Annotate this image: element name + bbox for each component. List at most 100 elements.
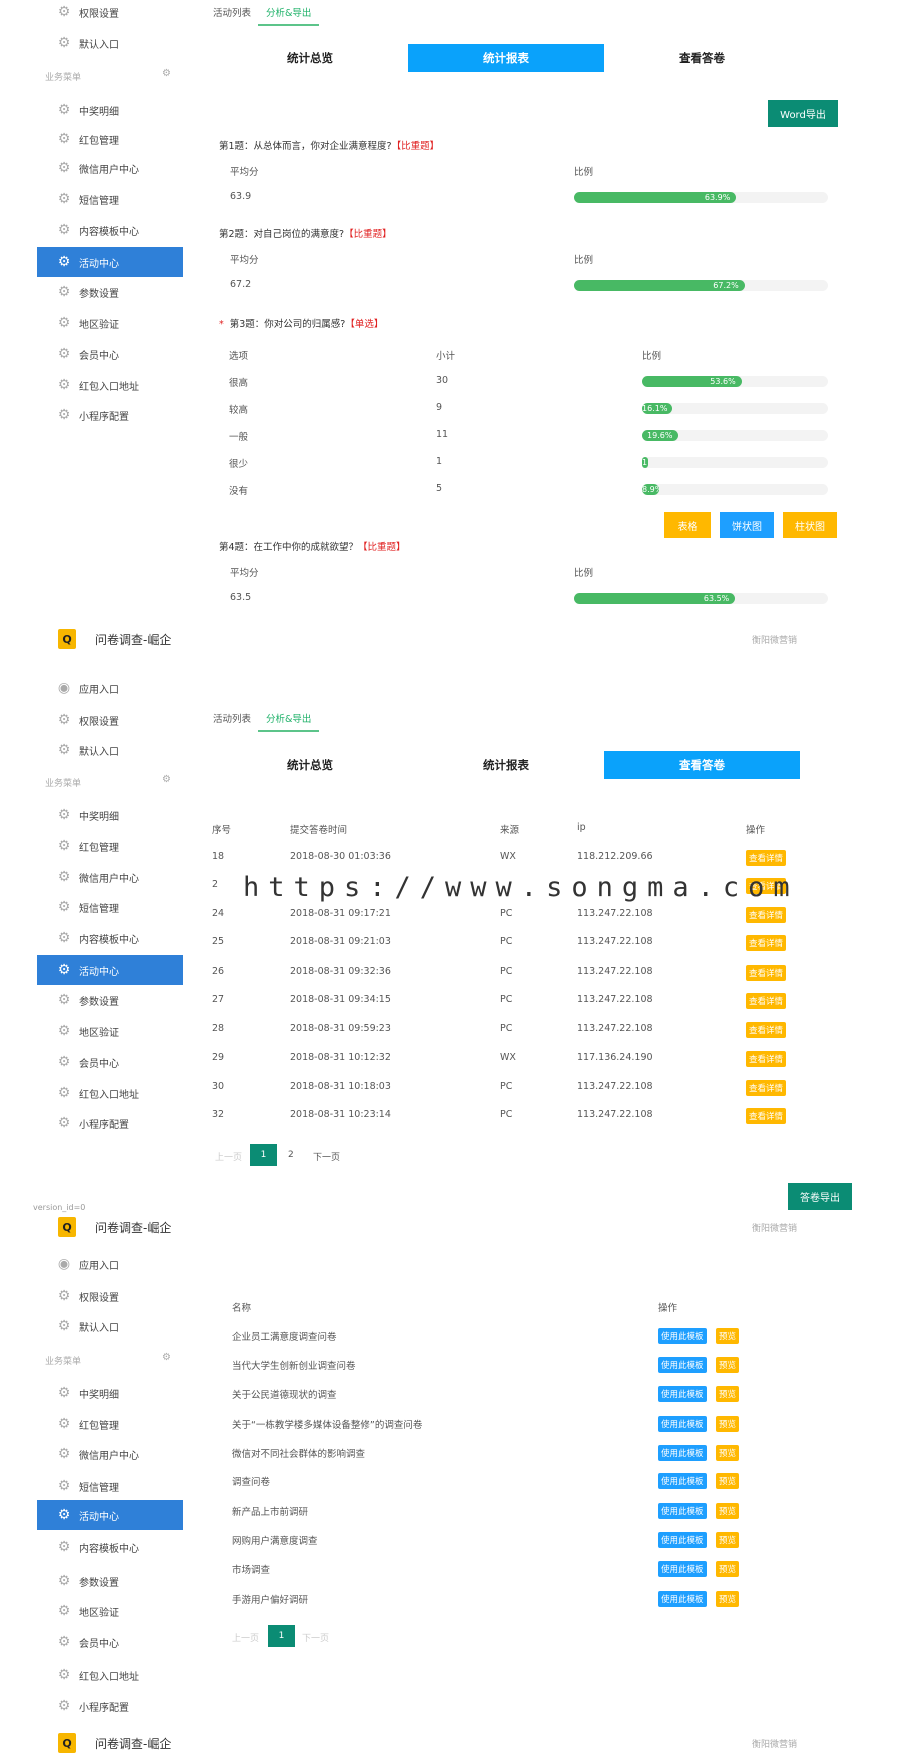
segment-stats-overview[interactable]: 统计总览 xyxy=(212,44,408,72)
template-name: 关于公民道德现状的调查 xyxy=(232,1390,337,1401)
pagination-next[interactable]: 下一页 xyxy=(302,1631,329,1644)
tab-activity-list[interactable]: 活动列表 xyxy=(213,711,251,725)
use-template-button[interactable]: 使用此模板 xyxy=(658,1473,707,1489)
sidebar-item[interactable]: ⚙ 微信用户中心 xyxy=(37,153,183,183)
use-template-button[interactable]: 使用此模板 xyxy=(658,1561,707,1577)
use-template-button[interactable]: 使用此模板 xyxy=(658,1328,707,1344)
use-template-button[interactable]: 使用此模板 xyxy=(658,1503,707,1519)
sidebar-item[interactable]: ⚙ 会员中心 xyxy=(37,1047,183,1077)
use-template-button[interactable]: 使用此模板 xyxy=(658,1386,707,1402)
use-template-button[interactable]: 使用此模板 xyxy=(658,1416,707,1432)
preview-button[interactable]: 预览 xyxy=(716,1473,740,1489)
sidebar-item[interactable]: ⚙ 参数设置 xyxy=(37,277,183,307)
pagination-page[interactable]: 2 xyxy=(288,1150,294,1160)
sidebar-item[interactable]: ⚙ 红包入口地址 xyxy=(37,1078,183,1108)
sidebar-item[interactable]: ⚙ 红包入口地址 xyxy=(37,1660,183,1690)
sidebar-item[interactable]: ⚙ 内容模板中心 xyxy=(37,215,183,245)
view-details-button[interactable]: 查看详情 xyxy=(746,935,787,951)
sidebar-item[interactable]: ⚙ 微信用户中心 xyxy=(37,1439,183,1469)
sidebar-item[interactable]: ⚙ 默认入口 xyxy=(37,28,183,58)
sidebar-item[interactable]: ⚙ 短信管理 xyxy=(37,1471,183,1501)
menu-settings-icon[interactable]: ⚙ xyxy=(162,68,171,79)
preview-button[interactable]: 预览 xyxy=(716,1591,740,1607)
use-template-button[interactable]: 使用此模板 xyxy=(658,1591,707,1607)
table-button[interactable]: 表格 xyxy=(664,512,711,538)
use-template-button[interactable]: 使用此模板 xyxy=(658,1445,707,1461)
sidebar-item[interactable]: ⚙ 内容模板中心 xyxy=(37,923,183,953)
sidebar-item[interactable]: ⚙ 小程序配置 xyxy=(37,1691,183,1721)
tab-analysis-export[interactable]: 分析&导出 xyxy=(258,711,320,732)
sidebar-item[interactable]: ⚙ 活动中心 xyxy=(37,247,183,277)
tab-activity-list[interactable]: 活动列表 xyxy=(213,5,251,19)
view-details-button[interactable]: 查看详情 xyxy=(746,1108,787,1124)
option-fill: 19.6% xyxy=(642,430,679,441)
use-template-button[interactable]: 使用此模板 xyxy=(658,1532,707,1548)
preview-button[interactable]: 预览 xyxy=(716,1386,740,1402)
view-details-button[interactable]: 查看详情 xyxy=(746,993,787,1009)
view-details-button[interactable]: 查看详情 xyxy=(746,1022,787,1038)
segment-stats-report[interactable]: 统计报表 xyxy=(408,751,604,779)
sidebar-item[interactable]: ⚙ 活动中心 xyxy=(37,955,183,985)
sidebar-item[interactable]: ⚙ 地区验证 xyxy=(37,1596,183,1626)
sidebar-item[interactable]: ⚙ 短信管理 xyxy=(37,892,183,922)
sidebar-item[interactable]: ⚙ 中奖明细 xyxy=(37,800,183,830)
sidebar-item[interactable]: ⚙ 权限设置 xyxy=(37,1281,183,1311)
sidebar-item[interactable]: ⚙ 会员中心 xyxy=(37,1627,183,1657)
sidebar-item-app-entry[interactable]: ◉ 应用入口 xyxy=(37,673,183,703)
segment-view-answers[interactable]: 查看答卷 xyxy=(604,751,800,779)
view-details-button[interactable]: 查看详情 xyxy=(746,1051,787,1067)
preview-button[interactable]: 预览 xyxy=(716,1445,740,1461)
preview-button[interactable]: 预览 xyxy=(716,1561,740,1577)
sidebar-item[interactable]: ⚙ 参数设置 xyxy=(37,1566,183,1596)
pie-chart-button[interactable]: 饼状图 xyxy=(720,512,774,538)
sidebar-item[interactable]: ⚙ 小程序配置 xyxy=(37,400,183,430)
preview-button[interactable]: 预览 xyxy=(716,1357,740,1373)
sidebar-item[interactable]: ⚙ 红包管理 xyxy=(37,831,183,861)
view-details-button[interactable]: 查看详情 xyxy=(746,850,787,866)
sidebar-item[interactable]: ⚙ 默认入口 xyxy=(37,735,183,765)
sidebar-item[interactable]: ⚙ 小程序配置 xyxy=(37,1108,183,1138)
pagination-prev[interactable]: 上一页 xyxy=(232,1631,259,1644)
answers-export-button[interactable]: 答卷导出 xyxy=(788,1183,852,1210)
sidebar-item[interactable]: ⚙ 地区验证 xyxy=(37,308,183,338)
menu-settings-icon[interactable]: ⚙ xyxy=(162,1352,171,1363)
segment-stats-report[interactable]: 统计报表 xyxy=(408,44,604,72)
segment-view-answers[interactable]: 查看答卷 xyxy=(604,44,800,72)
sidebar-item[interactable]: ⚙ 中奖明细 xyxy=(37,1378,183,1408)
sidebar-item[interactable]: ⚙ 红包管理 xyxy=(37,1409,183,1439)
preview-button[interactable]: 预览 xyxy=(716,1328,740,1344)
pagination-page[interactable]: 1 xyxy=(268,1625,295,1647)
tab-analysis-export[interactable]: 分析&导出 xyxy=(258,5,320,26)
sidebar-item[interactable]: ⚙ 参数设置 xyxy=(37,985,183,1015)
sidebar-item[interactable]: ⚙ 微信用户中心 xyxy=(37,862,183,892)
preview-button[interactable]: 预览 xyxy=(716,1532,740,1548)
sidebar-item-app-entry[interactable]: ◉ 应用入口 xyxy=(37,1249,183,1279)
view-details-button[interactable]: 查看详情 xyxy=(746,907,787,923)
sidebar-item[interactable]: ⚙ 会员中心 xyxy=(37,339,183,369)
preview-button[interactable]: 预览 xyxy=(716,1503,740,1519)
pagination-prev[interactable]: 上一页 xyxy=(215,1150,242,1163)
sidebar-item[interactable]: ⚙ 内容模板中心 xyxy=(37,1532,183,1562)
sidebar-item-label: 红包入口地址 xyxy=(79,1671,139,1683)
view-details-button[interactable]: 查看详情 xyxy=(746,965,787,981)
bar-chart-button[interactable]: 柱状图 xyxy=(783,512,837,538)
sidebar-item[interactable]: ⚙ 默认入口 xyxy=(37,1311,183,1341)
option-label: 一般 xyxy=(229,432,249,443)
preview-button[interactable]: 预览 xyxy=(716,1416,740,1432)
sidebar-item[interactable]: ⚙ 中奖明细 xyxy=(37,95,183,125)
sidebar-item[interactable]: ⚙ 红包入口地址 xyxy=(37,370,183,400)
pagination-next[interactable]: 下一页 xyxy=(313,1150,340,1163)
sidebar-item[interactable]: ⚙ 红包管理 xyxy=(37,124,183,154)
sidebar-item[interactable]: ⚙ 活动中心 xyxy=(37,1500,183,1530)
pagination-page[interactable]: 1 xyxy=(250,1144,277,1166)
menu-settings-icon[interactable]: ⚙ xyxy=(162,774,171,785)
sidebar-item[interactable]: ⚙ 地区验证 xyxy=(37,1016,183,1046)
view-details-button[interactable]: 查看详情 xyxy=(746,1080,787,1096)
sidebar-item[interactable]: ⚙ 权限设置 xyxy=(37,0,183,27)
sidebar-item[interactable]: ⚙ 权限设置 xyxy=(37,705,183,735)
word-export-button[interactable]: Word导出 xyxy=(768,100,838,127)
gear-icon: ⚙ xyxy=(57,346,71,362)
use-template-button[interactable]: 使用此模板 xyxy=(658,1357,707,1373)
sidebar-item[interactable]: ⚙ 短信管理 xyxy=(37,184,183,214)
segment-stats-overview[interactable]: 统计总览 xyxy=(212,751,408,779)
